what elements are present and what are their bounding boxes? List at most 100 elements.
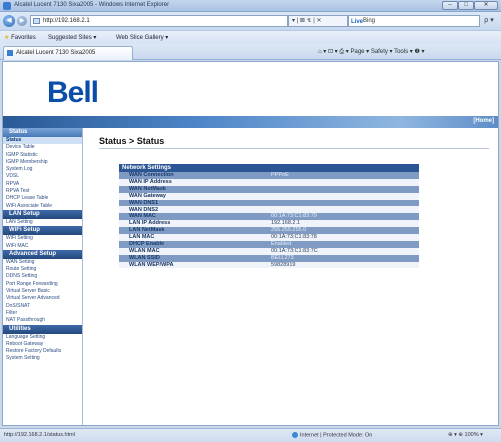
header-band: [Home] — [3, 116, 498, 128]
table-row: LAN IP Address 192.168.2.1 — [119, 220, 419, 228]
sidebar-item[interactable]: Restore Factory Defaults — [3, 348, 82, 355]
search-icon[interactable]: ρ ▾ — [482, 15, 496, 27]
table-row: WAN MAC 00:1A:73:C1:83:79 — [119, 213, 419, 221]
search-input[interactable]: Live Bing — [348, 15, 480, 27]
search-text: Bing — [363, 18, 376, 24]
sidebar-item[interactable]: System Setting — [3, 355, 82, 362]
back-button[interactable]: ◀ — [3, 15, 15, 27]
sidebar-item[interactable]: NAT Passthrough — [3, 317, 82, 324]
forward-button[interactable]: ▶ — [17, 16, 27, 26]
tab-active[interactable]: Alcatel Lucent 7130 Sixa2005 — [3, 46, 133, 60]
setting-value — [269, 178, 419, 186]
sidebar-item[interactable]: Port Range Forwarding — [3, 281, 82, 288]
network-settings-table: Network Settings WAN Connection PPPoE WAN … — [119, 164, 419, 269]
sidebar-item[interactable]: Language Setting — [3, 334, 82, 341]
setting-value: PPPoE — [269, 172, 419, 179]
tab-page-icon — [7, 50, 13, 56]
suggested-sites-link[interactable]: Suggested Sites ▾ — [48, 34, 96, 41]
status-url: http://192.168.2.1/status.html — [4, 432, 75, 438]
url-input[interactable]: http://192.168.2.1 — [30, 15, 288, 27]
setting-label: WAN IP Address — [119, 178, 269, 186]
setting-label: WLAN WEP/WPA — [119, 261, 269, 269]
favorites-button[interactable]: ★ Favorites — [4, 34, 36, 41]
sidebar-item[interactable]: DDNS Setting — [3, 273, 82, 280]
sidebar-item[interactable]: Route Setting — [3, 266, 82, 273]
zoom-control[interactable]: ⊕ ▾ ⊕ 100% ▾ — [448, 432, 483, 438]
table-row: WAN NetMask — [119, 185, 419, 193]
setting-value: 00:1A:73:C1:83:7C — [269, 247, 419, 255]
setting-label: WAN DNS1 — [119, 199, 269, 207]
sidebar-item[interactable]: RPVA Test — [3, 188, 82, 195]
sidebar-section-header: Utilities — [3, 324, 82, 334]
sidebar-item[interactable]: Virtual Server Advanced — [3, 295, 82, 302]
table-row: LAN MAC 00:1A:73:C1:83:78 — [119, 234, 419, 241]
setting-label: DHCP Enable — [119, 240, 269, 248]
sidebar-item[interactable]: System Log — [3, 166, 82, 173]
table-row: WAN IP Address — [119, 178, 419, 186]
sidebar-item[interactable]: Reboot Gateway — [3, 341, 82, 348]
sidebar-item[interactable]: Device Table — [3, 144, 82, 151]
setting-value: 192.168.2.1 — [269, 220, 419, 228]
sidebar-item[interactable]: WiFi Setting — [3, 235, 82, 242]
web-slice-gallery-link[interactable]: Web Slice Gallery ▾ — [116, 34, 168, 41]
setting-label: LAN IP Address — [119, 220, 269, 228]
sidebar-item[interactable]: Filter — [3, 310, 82, 317]
sidebar-item[interactable]: VDSL — [3, 173, 82, 180]
setting-value: 255.255.255.0 — [269, 227, 419, 235]
sidebar-section-header: Status — [3, 128, 82, 137]
star-icon: ★ — [4, 35, 10, 41]
sidebar-item[interactable]: WiFi Associate Table — [3, 203, 82, 210]
refresh-stop-controls[interactable]: ▾ | ⊠ ↯ | ✕ — [288, 15, 348, 27]
url-text: http://192.168.2.1 — [43, 18, 90, 24]
setting-label: LAN MAC — [119, 234, 269, 241]
setting-value — [269, 185, 419, 193]
minimize-button[interactable]: – — [442, 1, 458, 10]
table-row: LAN NetMask 255.255.255.0 — [119, 227, 419, 235]
setting-label: WAN DNS2 — [119, 206, 269, 214]
table-row: WAN Gateway — [119, 192, 419, 200]
setting-value: 00:1A:73:C1:83:79 — [269, 213, 419, 221]
command-bar[interactable]: ⌂ ▾ ⊡ ▾ ⎙ ▾ Page ▾ Safety ▾ Tools ▾ ❷ ▾ — [318, 48, 425, 56]
close-button[interactable]: ✕ — [474, 1, 498, 10]
sidebar-item[interactable]: DoS/SNAT — [3, 303, 82, 310]
bell-logo: Bell — [47, 76, 99, 109]
page-viewport: Bell [Home] Status Status Device Table IGMP… — [2, 61, 499, 426]
sidebar-item[interactable]: WiFi MAC — [3, 243, 82, 250]
setting-value — [269, 199, 419, 207]
sidebar-item[interactable]: RPVA — [3, 181, 82, 188]
ie-app-icon — [3, 2, 11, 10]
page-title: Status > Status — [99, 136, 165, 146]
sidebar-section-header: WiFi Setup — [3, 226, 82, 236]
sidebar-item[interactable]: IGMP Membership — [3, 159, 82, 166]
table-row: WAN Connection PPPoE — [119, 172, 419, 179]
window-titlebar: Alcatel Lucent 7130 Sixa2005 - Windows I… — [0, 0, 501, 12]
setting-label: WLAN MAC — [119, 247, 269, 255]
maximize-button[interactable]: □ — [458, 1, 474, 10]
setting-label: WAN MAC — [119, 213, 269, 221]
setting-value — [269, 192, 419, 200]
search-engine-icon: Live — [351, 19, 364, 25]
window-title: Alcatel Lucent 7130 Sixa2005 - Windows I… — [14, 2, 170, 8]
favorites-bar: ★ Favorites Suggested Sites ▾ Web Slice … — [0, 30, 501, 44]
setting-label: WAN NetMask — [119, 185, 269, 193]
sidebar-section-header: Advanced Setup — [3, 249, 82, 259]
setting-value: Enabled — [269, 240, 419, 248]
home-link[interactable]: [Home] — [473, 118, 494, 124]
sidebar-section-header: LAN Setup — [3, 209, 82, 219]
tab-bar: Alcatel Lucent 7130 Sixa2005 ⌂ ▾ ⊡ ▾ ⎙ ▾… — [0, 44, 501, 60]
setting-label: LAN NetMask — [119, 227, 269, 235]
table-row: WAN DNS2 — [119, 206, 419, 214]
sidebar-item[interactable]: IGMP Statistic — [3, 152, 82, 159]
address-bar: ◀ ▶ http://192.168.2.1 ▾ | ⊠ ↯ | ✕ Live … — [0, 12, 501, 30]
setting-label: WLAN SSID — [119, 254, 269, 262]
security-zone[interactable]: Internet | Protected Mode: On — [292, 432, 372, 438]
sidebar-item[interactable]: Status — [3, 137, 82, 145]
network-settings-caption: Network Settings — [119, 164, 419, 172]
sidebar-item[interactable]: WAN Setting — [3, 259, 82, 266]
table-row: WLAN SSID BELL273 — [119, 254, 419, 262]
setting-label: WAN Gateway — [119, 192, 269, 200]
sidebar-item[interactable]: Virtual Server Basic — [3, 288, 82, 295]
sidebar-item[interactable]: DHCP Lease Table — [3, 195, 82, 202]
sidebar-item[interactable]: LAN Setting — [3, 219, 82, 226]
table-row: WLAN WEP/WPA 59828919 — [119, 261, 419, 269]
